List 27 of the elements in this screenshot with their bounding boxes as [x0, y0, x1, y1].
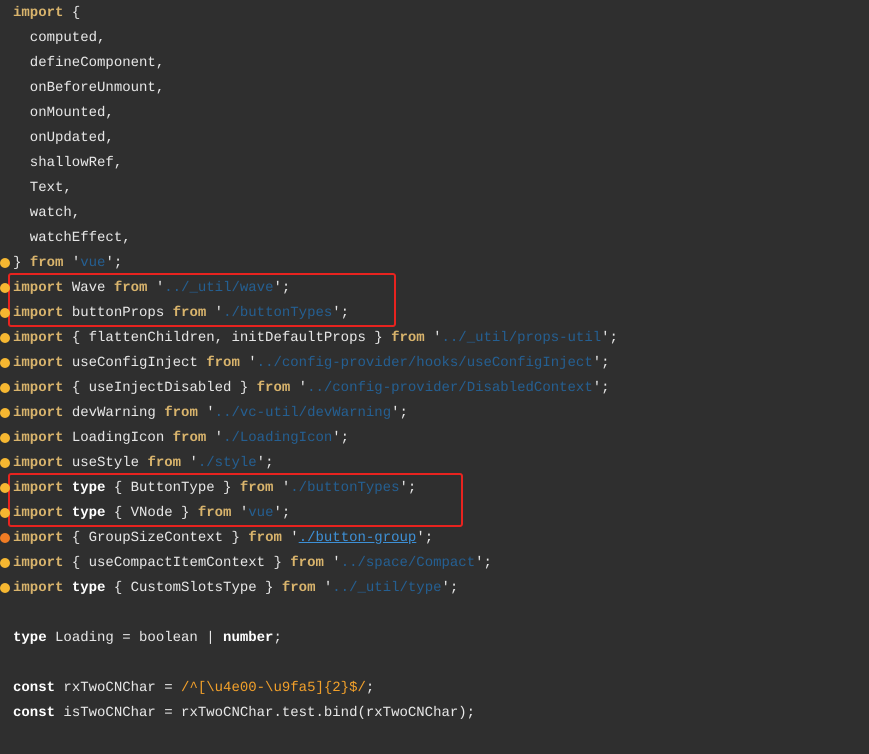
- code-line: import Wave from '../_util/wave';: [13, 280, 290, 296]
- code-line: import { flattenChildren, initDefaultProps } from '../_util/props-util';: [13, 330, 618, 346]
- code-line: watchEffect,: [28, 230, 131, 246]
- code-line: const rxTwoCNChar = /^[\u4e00-\u9fa5]{2}$/;: [13, 680, 374, 696]
- code-line: import { useCompactItemContext } from '../space/Compact';: [13, 554, 492, 570]
- code-line: import {: [13, 4, 80, 20]
- code-line: onUpdated,: [28, 130, 114, 146]
- code-line: import LoadingIcon from './LoadingIcon';: [13, 430, 350, 446]
- code-line: shallowRef,: [28, 154, 122, 170]
- code-line: import useStyle from './style';: [13, 454, 274, 470]
- code-line: import { useInjectDisabled } from '../config-provider/DisabledContext';: [13, 380, 610, 396]
- code-line: type Loading = boolean | number;: [13, 630, 282, 646]
- code-line: computed,: [28, 30, 106, 46]
- code-line: watch,: [28, 204, 80, 220]
- code-line: } from 'vue';: [13, 254, 122, 270]
- code-line: import type { VNode } from 'vue';: [13, 504, 290, 520]
- code-line: onMounted,: [28, 104, 114, 120]
- code-line: import useConfigInject from '../config-provider/hooks/useConfigInject';: [13, 354, 610, 370]
- code-line: Text,: [28, 180, 72, 196]
- code-line: defineComponent,: [28, 54, 164, 70]
- code-line: import type { ButtonType } from './buttonTypes';: [13, 480, 416, 496]
- code-line: const isTwoCNChar = rxTwoCNChar.test.bind(rxTwoCNChar);: [13, 704, 476, 720]
- code-line: import buttonProps from './buttonTypes';: [13, 304, 350, 320]
- code-line: import devWarning from '../vc-util/devWarning';: [13, 404, 408, 420]
- code-line: import { GroupSizeContext } from './button-group';: [13, 530, 434, 546]
- code-line: onBeforeUnmount,: [28, 80, 164, 96]
- code-line: import type { CustomSlotsType } from '../_util/type';: [13, 580, 458, 596]
